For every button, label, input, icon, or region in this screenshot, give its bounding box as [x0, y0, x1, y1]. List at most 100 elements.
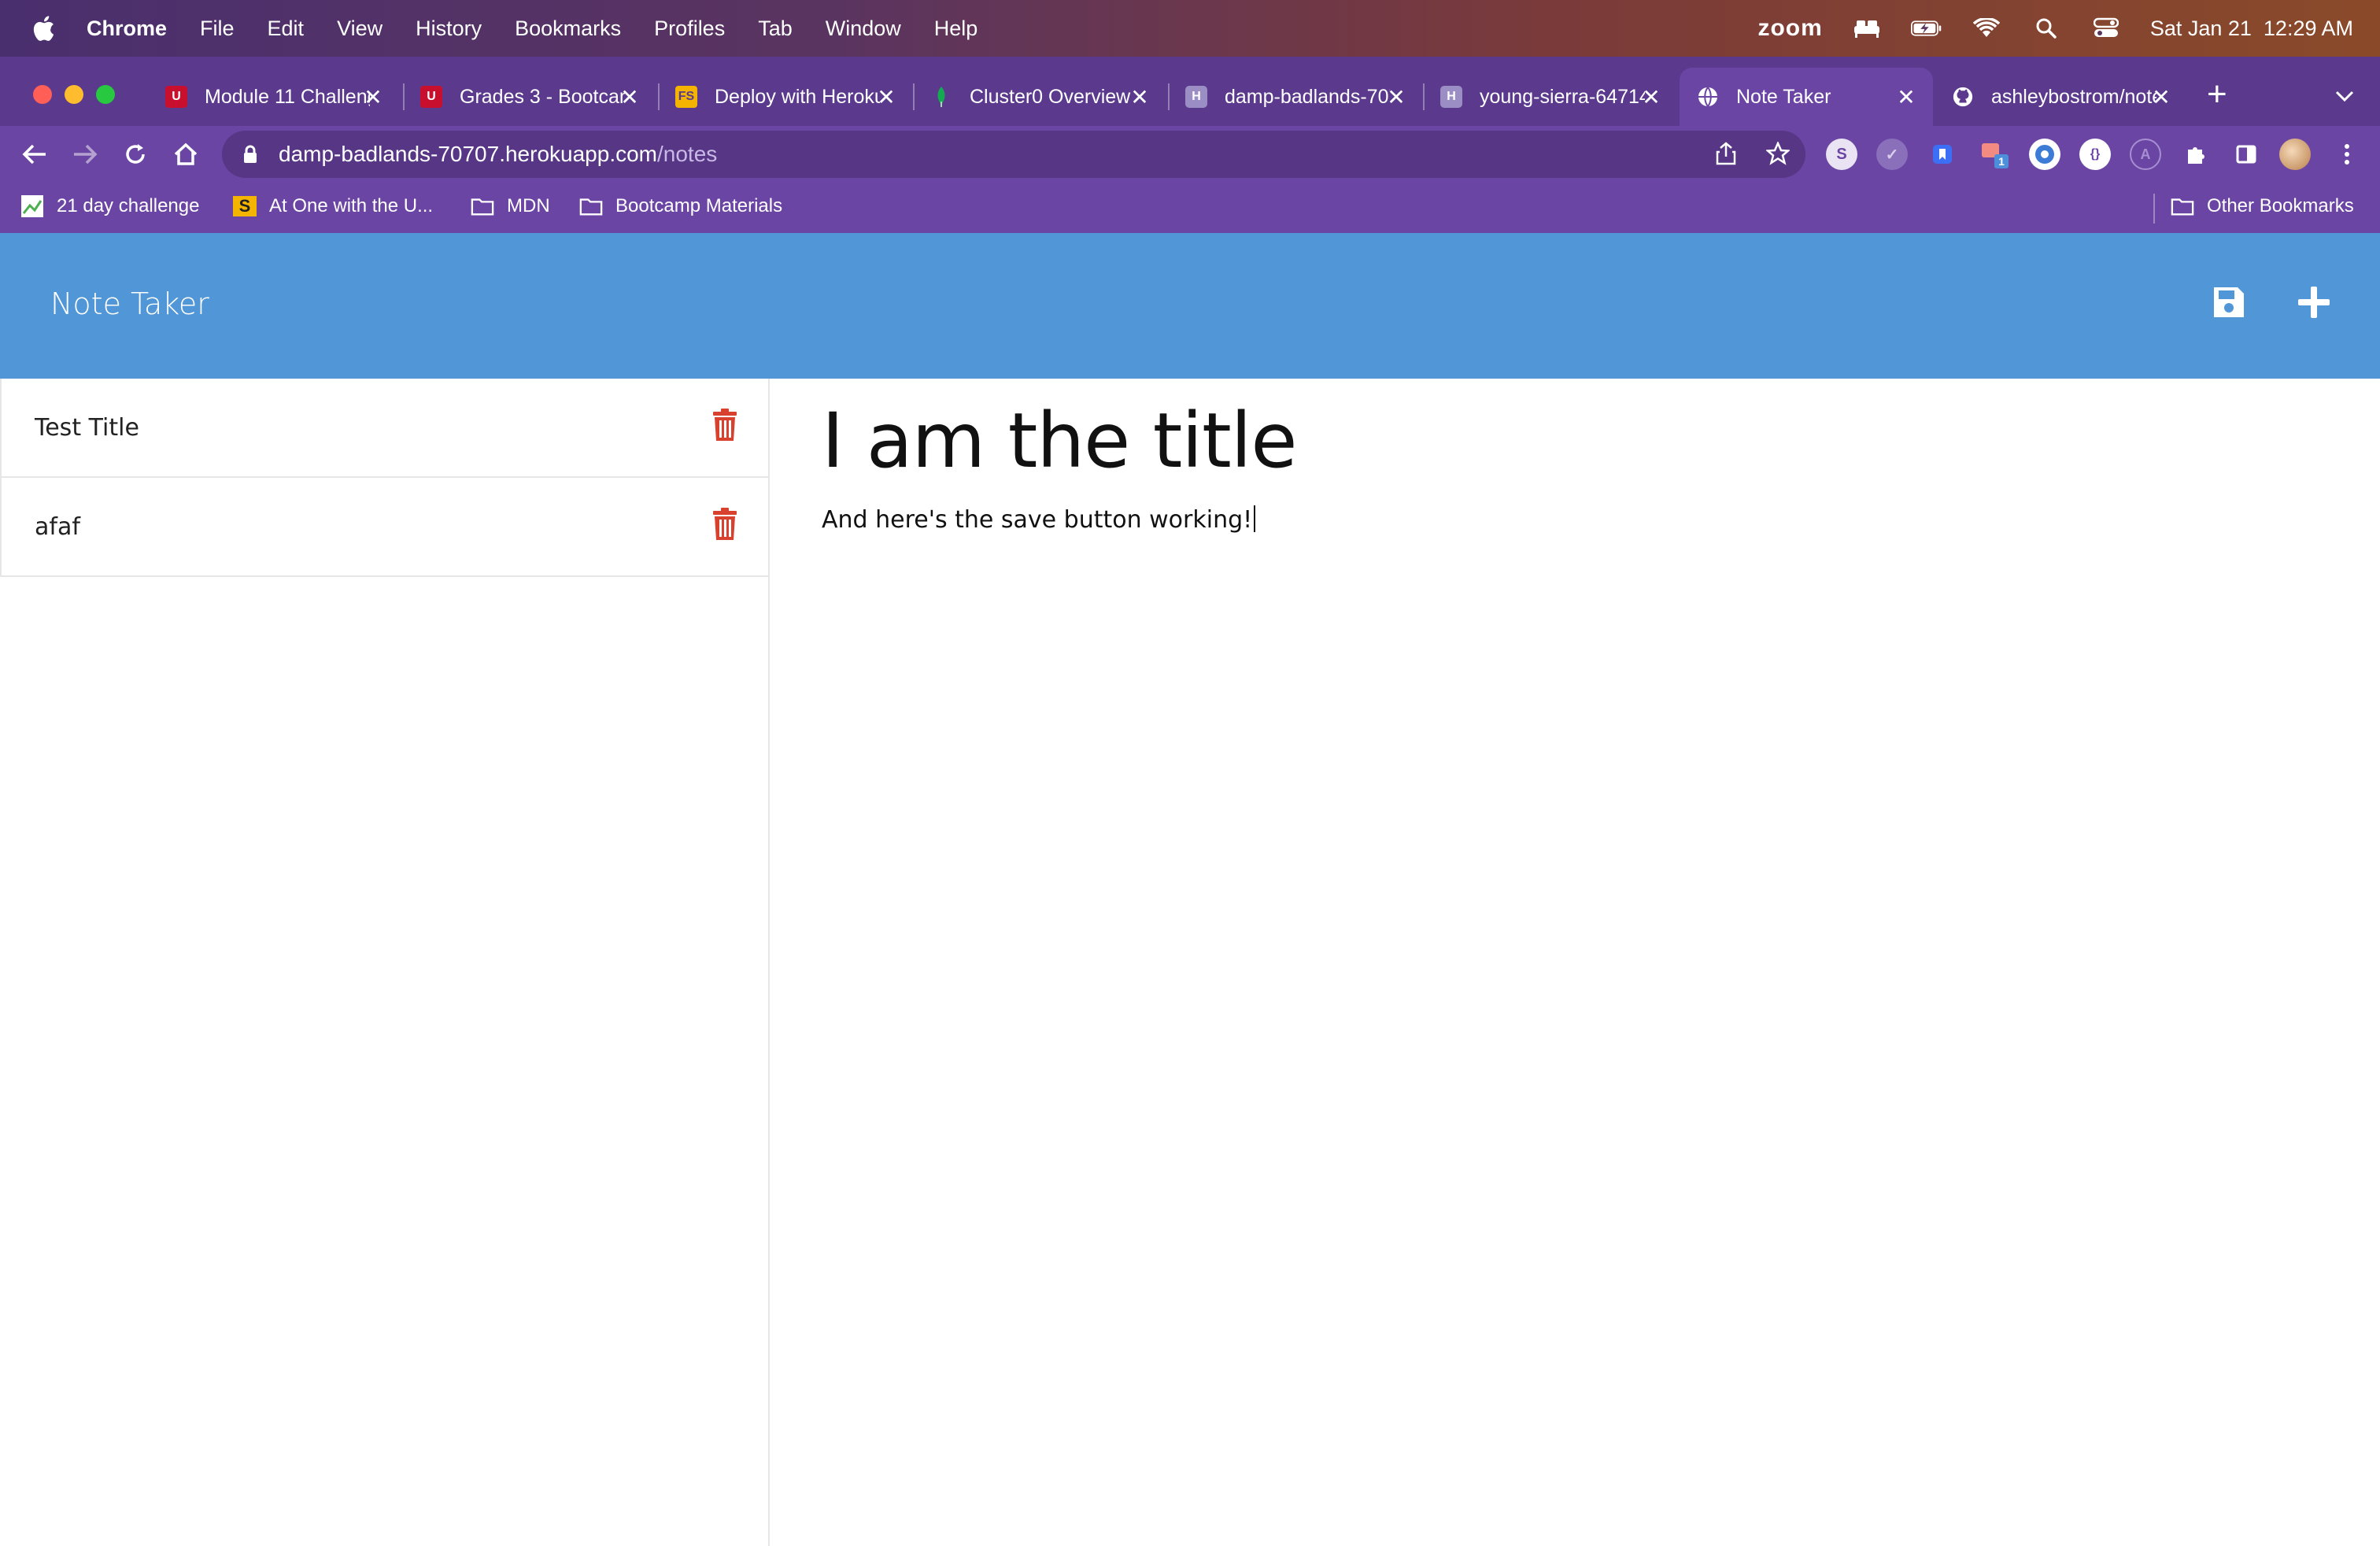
tab-label: ashleybostrom/note-taker — [1991, 85, 2156, 108]
browser-tab[interactable]: FS Deploy with Heroku ✕ — [658, 68, 913, 126]
menu-tab[interactable]: Tab — [758, 17, 793, 41]
window-zoom-button[interactable] — [96, 85, 115, 104]
note-title-input[interactable]: I am the title — [822, 394, 2349, 488]
note-list-title: afaf — [35, 512, 80, 541]
heroku-icon: H — [1440, 86, 1462, 108]
bookmarks-bar: 21 day challenge S At One with the U... … — [0, 184, 2380, 233]
browser-tab[interactable]: Cluster0 Overview ✕ — [913, 68, 1166, 126]
bed-icon[interactable] — [1851, 17, 1883, 40]
reload-icon[interactable] — [120, 139, 151, 170]
mongodb-leaf-icon — [930, 86, 952, 108]
address-bar[interactable]: damp-badlands-70707.herokuapp.com/notes — [222, 131, 1805, 178]
bookmark-label: Bootcamp Materials — [615, 195, 783, 216]
extension-check-icon[interactable]: ✓ — [1876, 139, 1908, 170]
menu-history[interactable]: History — [416, 17, 482, 41]
close-icon[interactable]: ✕ — [1385, 84, 1407, 110]
home-icon[interactable] — [170, 139, 201, 170]
window-minimize-button[interactable] — [65, 85, 83, 104]
menubar-datetime[interactable]: Sat Jan 21 12:29 AM — [2150, 17, 2353, 41]
tab-label: Grades 3 - Bootcamp — [460, 85, 625, 108]
folder-icon — [471, 196, 494, 216]
bookmarks-divider — [2153, 194, 2155, 224]
tab-label: Deploy with Heroku — [715, 85, 880, 108]
extension-a-icon[interactable]: A — [2130, 139, 2161, 170]
profile-avatar[interactable] — [2279, 139, 2311, 170]
note-list-title: Test Title — [35, 413, 139, 442]
spotlight-search-icon[interactable] — [2031, 17, 2062, 40]
bookmark-at-one-with-the-u[interactable]: S At One with the U... — [233, 195, 433, 217]
control-center-icon[interactable] — [2090, 17, 2122, 40]
other-bookmarks-folder[interactable]: Other Bookmarks — [2171, 195, 2354, 217]
bookmark-folder-bootcamp-materials[interactable]: Bootcamp Materials — [579, 195, 782, 217]
bookmark-label: MDN — [507, 195, 550, 216]
tab-label: Note Taker — [1736, 85, 1831, 108]
extension-bookmark-icon[interactable] — [1927, 139, 1958, 170]
note-text: And here's the save button working! — [822, 506, 1253, 534]
extension-s-icon[interactable]: S — [1826, 139, 1857, 170]
note-list-item[interactable]: Test Title — [0, 379, 768, 478]
s-icon: S — [233, 196, 257, 216]
note-editor: I am the title And here's the save butto… — [822, 394, 2349, 534]
app-title[interactable]: Note Taker — [50, 287, 209, 321]
window-close-button[interactable] — [33, 85, 52, 104]
trash-icon[interactable] — [711, 508, 738, 541]
lock-icon[interactable] — [242, 145, 258, 164]
bookmark-21-day-challenge[interactable]: 21 day challenge — [20, 195, 199, 217]
extension-chrome-icon[interactable] — [2029, 139, 2060, 170]
extension-json-icon[interactable]: {} — [2079, 139, 2111, 170]
utah-u-icon: U — [165, 86, 187, 108]
browser-tab[interactable]: H damp-badlands-70707 ✕ — [1168, 68, 1423, 126]
browser-tab[interactable]: ashleybostrom/note-taker ✕ — [1935, 68, 2188, 126]
svg-text:1: 1 — [1998, 155, 2005, 168]
wifi-icon[interactable] — [1971, 17, 2002, 40]
bookmark-label: 21 day challenge — [57, 195, 200, 216]
globe-icon — [1697, 86, 1719, 108]
tab-search-chevron-icon[interactable] — [2334, 83, 2355, 108]
menu-app-name[interactable]: Chrome — [87, 17, 167, 41]
side-panel-icon[interactable] — [2230, 139, 2262, 170]
note-textarea[interactable]: And here's the save button working! — [822, 505, 2349, 534]
close-icon[interactable]: ✕ — [2150, 84, 2172, 110]
forward-arrow-icon[interactable] — [69, 139, 101, 170]
tab-label: Cluster0 Overview — [970, 85, 1131, 108]
note-list-item[interactable]: afaf — [0, 478, 768, 577]
trash-icon[interactable] — [711, 409, 738, 442]
back-arrow-icon[interactable] — [19, 139, 50, 170]
save-note-button[interactable] — [2207, 280, 2251, 324]
close-icon[interactable]: ✕ — [619, 84, 641, 110]
apple-icon[interactable] — [31, 15, 55, 42]
tab-note-taker[interactable]: Note Taker ✕ — [1680, 68, 1933, 126]
browser-tab[interactable]: H young-sierra-64714 ✕ — [1423, 68, 1678, 126]
menu-profiles[interactable]: Profiles — [654, 17, 725, 41]
share-icon[interactable] — [1716, 142, 1736, 171]
menu-help[interactable]: Help — [934, 17, 978, 41]
floppy-disk-icon — [2214, 287, 2244, 317]
url-path: /notes — [657, 142, 718, 166]
extensions-puzzle-icon[interactable] — [2180, 139, 2212, 170]
browser-tab[interactable]: U Module 11 Challenge ✕ — [148, 68, 400, 126]
menu-bookmarks[interactable]: Bookmarks — [515, 17, 621, 41]
close-icon[interactable]: ✕ — [1640, 84, 1662, 110]
bookmark-label: Other Bookmarks — [2207, 195, 2354, 216]
close-icon[interactable]: ✕ — [875, 84, 897, 110]
close-icon[interactable]: ✕ — [1895, 84, 1917, 110]
folder-icon — [2171, 196, 2194, 216]
bookmark-folder-mdn[interactable]: MDN — [471, 195, 550, 217]
menu-view[interactable]: View — [337, 17, 382, 41]
bookmark-star-icon[interactable] — [1765, 140, 1791, 171]
new-note-button[interactable] — [2292, 280, 2336, 324]
text-cursor — [1254, 505, 1256, 532]
close-icon[interactable]: ✕ — [362, 84, 384, 110]
close-icon[interactable]: ✕ — [1129, 84, 1151, 110]
menu-window[interactable]: Window — [826, 17, 901, 41]
more-menu-icon[interactable] — [2331, 139, 2363, 170]
extension-badge-icon[interactable]: 1 — [1979, 139, 2010, 170]
battery-charging-icon[interactable] — [1910, 17, 1942, 40]
browser-tab[interactable]: U Grades 3 - Bootcamp ✕ — [403, 68, 656, 126]
heroku-icon: H — [1185, 86, 1207, 108]
menu-edit[interactable]: Edit — [268, 17, 305, 41]
new-tab-plus-icon[interactable]: + — [2207, 77, 2227, 112]
zoom-status-item[interactable]: zoom — [1757, 15, 1822, 42]
bookmark-label: At One with the U... — [269, 195, 434, 216]
menu-file[interactable]: File — [200, 17, 235, 41]
